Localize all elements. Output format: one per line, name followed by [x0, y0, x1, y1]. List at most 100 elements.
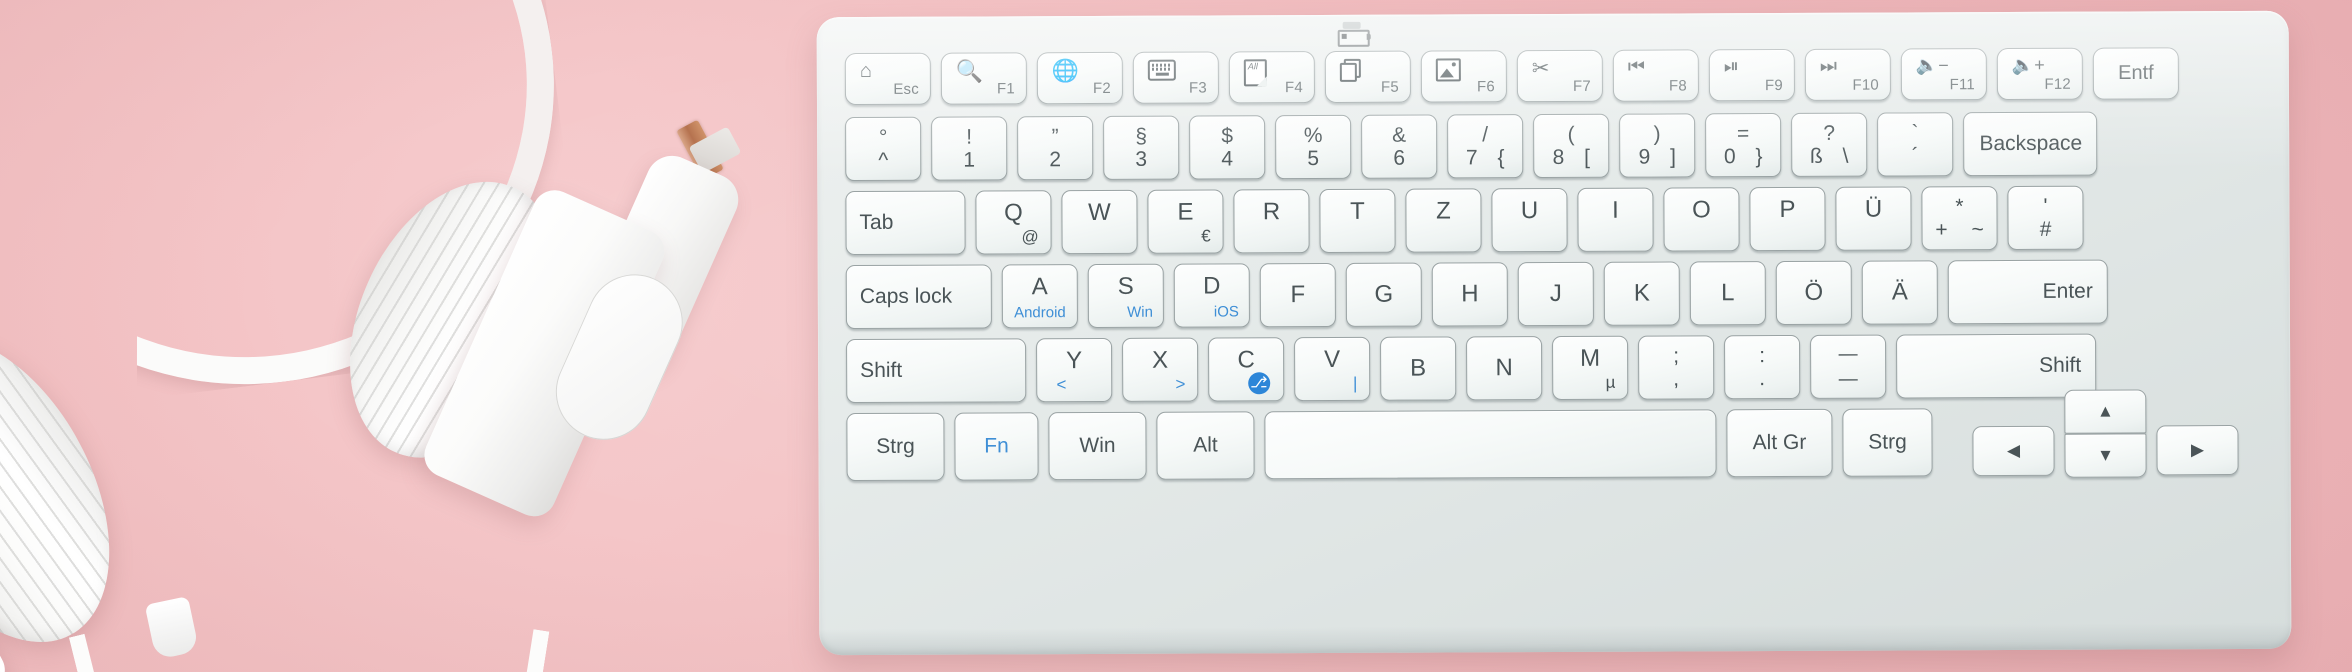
key-space[interactable]	[1264, 409, 1717, 480]
key-h[interactable]: H	[1431, 262, 1508, 327]
key-q[interactable]: Q @	[975, 190, 1052, 255]
key-f10[interactable]: ⏭ F10	[1804, 48, 1891, 101]
key-b[interactable]: B	[1380, 336, 1457, 401]
key-y[interactable]: Y <	[1036, 337, 1113, 403]
key-shift-left[interactable]: Shift	[846, 338, 1027, 404]
bottom-row: Strg Fn Win Alt Alt Gr Strg	[846, 408, 1933, 482]
battery-icon	[1337, 21, 1372, 47]
key-oumlaut[interactable]: Ö	[1775, 260, 1852, 326]
key-f3-label: F3	[1188, 79, 1207, 97]
key-c-label: C	[1237, 346, 1255, 374]
key-plus[interactable]: * + ~	[1921, 186, 1998, 251]
key-win-label: Win	[1079, 433, 1116, 458]
key-uumlaut[interactable]: Ü	[1835, 186, 1912, 251]
key-f12[interactable]: 🔈+ F12	[1996, 47, 2083, 101]
key-acute[interactable]: ` ´	[1877, 112, 1954, 177]
key-5[interactable]: % 5	[1275, 114, 1352, 180]
key-6[interactable]: & 6	[1361, 114, 1438, 179]
key-esc[interactable]: ⌂ Esc	[844, 52, 931, 106]
key-3[interactable]: § 3	[1103, 115, 1180, 180]
key-strg-right[interactable]: Strg	[1842, 408, 1933, 477]
key-alt[interactable]: Alt	[1156, 411, 1255, 480]
key-plus-bottom: + ~	[1935, 218, 1993, 242]
key-1[interactable]: ! 1	[931, 116, 1008, 181]
key-8[interactable]: ( 8 [	[1533, 113, 1610, 179]
key-p[interactable]: P	[1749, 186, 1826, 252]
key-d[interactable]: D iOS	[1173, 263, 1250, 328]
key-enter[interactable]: Enter	[1947, 259, 2108, 325]
key-3-top: §	[1135, 124, 1148, 148]
key-f9[interactable]: ⏯ F9	[1708, 48, 1795, 102]
key-x[interactable]: X >	[1122, 337, 1199, 402]
key-minus[interactable]: — —	[1810, 334, 1887, 399]
key-r[interactable]: R	[1233, 189, 1310, 254]
key-circumflex[interactable]: ° ^	[845, 116, 922, 182]
key-i-label: I	[1612, 196, 1619, 224]
key-fn[interactable]: Fn	[954, 412, 1039, 481]
key-s[interactable]: S Win	[1087, 263, 1164, 329]
key-f3[interactable]: F3	[1132, 51, 1219, 104]
key-f11[interactable]: 🔈− F11	[1900, 48, 1987, 101]
key-eszett[interactable]: ? ß \	[1791, 112, 1868, 177]
key-f8[interactable]: ⏮ F8	[1612, 49, 1699, 102]
arrow-updown-cluster: ▲ ▼	[2064, 389, 2147, 478]
key-j[interactable]: J	[1517, 261, 1594, 327]
key-m-label: M	[1580, 344, 1601, 372]
key-f[interactable]: F	[1259, 262, 1336, 328]
key-u[interactable]: U	[1491, 187, 1568, 253]
key-win[interactable]: Win	[1048, 411, 1147, 481]
key-f6[interactable]: F6	[1420, 50, 1507, 103]
key-strg-left[interactable]: Strg	[846, 412, 945, 482]
key-capslock[interactable]: Caps lock	[845, 264, 992, 330]
key-period[interactable]: : .	[1724, 334, 1801, 400]
key-comma[interactable]: ; ,	[1638, 335, 1715, 400]
key-entf[interactable]: Entf	[2092, 47, 2179, 100]
key-backspace[interactable]: Backspace	[1963, 111, 2098, 177]
key-4[interactable]: $ 4	[1189, 115, 1266, 180]
key-f1[interactable]: 🔍 F1	[940, 52, 1027, 105]
key-arrow-right[interactable]: ▶	[2156, 425, 2239, 476]
key-o-label: O	[1692, 196, 1711, 224]
key-hash[interactable]: ' #	[2007, 185, 2084, 251]
key-altgr[interactable]: Alt Gr	[1726, 408, 1833, 478]
key-z[interactable]: Z	[1405, 188, 1482, 253]
key-g[interactable]: G	[1345, 262, 1422, 327]
key-f5[interactable]: F5	[1324, 50, 1411, 103]
play-pause-icon: ⏯	[1723, 56, 1740, 78]
key-c[interactable]: C ⎇	[1208, 337, 1285, 402]
key-m[interactable]: M µ	[1552, 335, 1629, 401]
key-k[interactable]: K	[1603, 261, 1680, 326]
key-arrow-left[interactable]: ◀	[1972, 425, 2055, 477]
key-9[interactable]: ) 9 ]	[1619, 113, 1696, 178]
bluetooth-keyboard[interactable]: ⌂ Esc 🔍 F1 🌐 F2 F3 All F4 F5 F6 ✂ F7 ⏮ F…	[816, 10, 2292, 656]
key-n[interactable]: N	[1466, 336, 1543, 401]
key-t[interactable]: T	[1319, 188, 1396, 254]
key-u-label: U	[1520, 197, 1539, 225]
key-aumlaut[interactable]: Ä	[1861, 260, 1938, 325]
volume-down-icon: 🔈−	[1915, 55, 1949, 76]
key-f4[interactable]: All F4	[1228, 51, 1315, 104]
key-5-top: %	[1303, 124, 1323, 148]
key-n-label: N	[1495, 354, 1513, 382]
key-o[interactable]: O	[1663, 187, 1740, 252]
key-a[interactable]: A Android	[1001, 264, 1078, 329]
key-arrow-down[interactable]: ▼	[2064, 433, 2147, 478]
key-w[interactable]: W	[1061, 189, 1138, 255]
key-7[interactable]: / 7 {	[1447, 114, 1524, 179]
key-4-top: $	[1221, 124, 1234, 148]
key-f7[interactable]: ✂ F7	[1516, 49, 1603, 103]
key-8-top: (	[1567, 122, 1575, 146]
key-v[interactable]: V |	[1294, 336, 1371, 402]
key-i[interactable]: I	[1577, 187, 1654, 252]
key-l[interactable]: L	[1689, 261, 1766, 326]
key-e[interactable]: E €	[1147, 189, 1224, 254]
key-arrow-up[interactable]: ▲	[2064, 389, 2147, 434]
battery-level	[1341, 33, 1347, 39]
key-enter-label: Enter	[2042, 279, 2093, 303]
key-f2[interactable]: 🌐 F2	[1036, 51, 1123, 105]
key-tab[interactable]: Tab	[845, 190, 966, 256]
key-2[interactable]: ” 2	[1017, 116, 1094, 181]
key-0[interactable]: = 0 }	[1705, 113, 1782, 178]
key-f11-label: F11	[1949, 76, 1975, 94]
key-capslock-label: Caps lock	[859, 284, 953, 309]
